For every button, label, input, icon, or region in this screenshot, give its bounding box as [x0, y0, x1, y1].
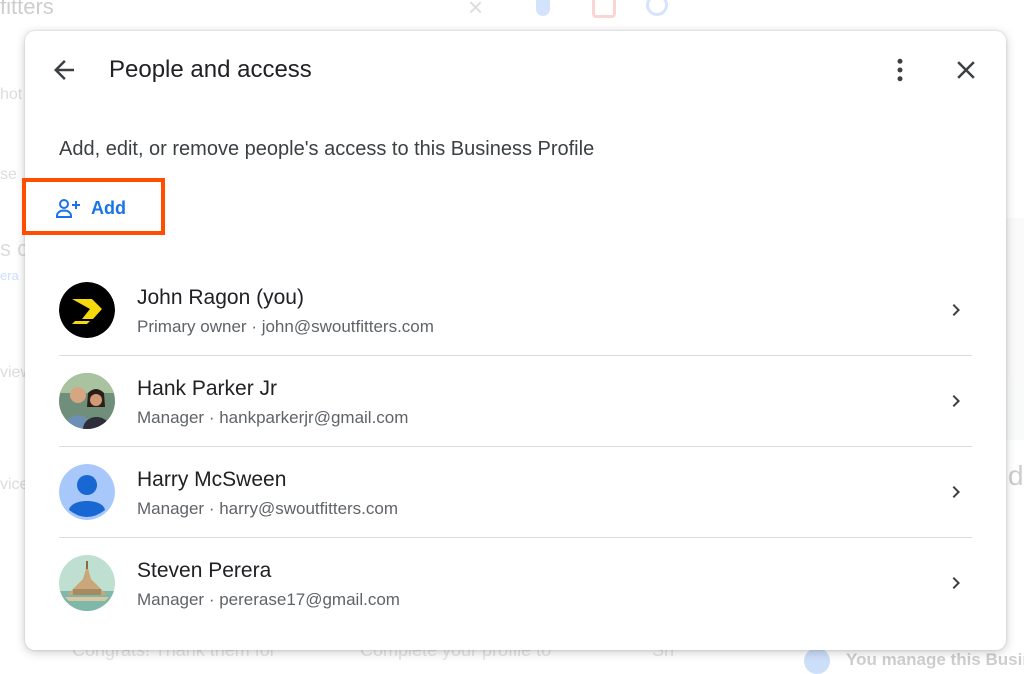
dialog-title: People and access [109, 56, 312, 83]
person-detail: Primary owner · john@swoutfitters.com [137, 317, 434, 336]
background-search-bar: fitters × [0, 0, 700, 26]
arrow-back-icon [54, 60, 74, 80]
default-person-avatar [59, 464, 115, 520]
background-fragment: s c [0, 236, 29, 261]
background-fragment: era [0, 268, 19, 283]
people-list: John Ragon (you) Primary owner · john@sw… [59, 265, 972, 628]
background-search-icon [646, 0, 668, 16]
person-name: Harry McSween [137, 468, 287, 491]
background-fragment: hot [0, 86, 23, 103]
person-role: Manager [137, 408, 205, 427]
person-detail: Manager · pererase17@gmail.com [137, 590, 400, 609]
close-icon [957, 61, 975, 79]
chevron-right-icon [952, 577, 960, 589]
background-fragment: se [0, 166, 17, 183]
person-email: harry@swoutfitters.com [219, 499, 399, 518]
background-mic-icon [536, 0, 550, 16]
dialog-description: Add, edit, or remove people's access to … [59, 138, 595, 160]
background-verified-icon [804, 648, 830, 674]
background-panel [1006, 218, 1024, 440]
people-access-dialog: People and access Add, edit, or remove p… [22, 31, 1006, 650]
background-manage-text: You manage this Business [846, 650, 1024, 669]
person-name: Hank Parker Jr [137, 377, 278, 400]
photo-avatar [59, 373, 115, 429]
background-lens-icon [592, 0, 616, 18]
person-row[interactable]: Steven Perera Manager · pererase17@gmail… [59, 538, 972, 628]
person-email: john@swoutfitters.com [261, 317, 434, 336]
person-row[interactable]: Hank Parker Jr Manager · hankparkerjr@gm… [59, 356, 972, 447]
background-search-query: fitters [0, 0, 54, 19]
landscape-avatar [59, 555, 115, 611]
person-row[interactable]: Harry McSween Manager · harry@swoutfitte… [59, 447, 972, 538]
logo-avatar [59, 282, 115, 338]
person-add-icon [56, 199, 80, 218]
background-fragment: d [1008, 460, 1024, 491]
person-role: Manager [137, 590, 205, 609]
person-detail: Manager · harry@swoutfitters.com [137, 499, 399, 518]
person-role: Primary owner [137, 317, 247, 336]
close-button[interactable] [951, 55, 981, 85]
person-name: Steven Perera [137, 559, 272, 582]
person-row[interactable]: John Ragon (you) Primary owner · john@sw… [59, 265, 972, 356]
add-button-label: Add [91, 197, 126, 218]
person-email: hankparkerjr@gmail.com [219, 408, 409, 427]
more-vert-icon [897, 58, 903, 82]
background-clear-icon: × [468, 0, 484, 22]
add-person-button[interactable]: Add [55, 193, 126, 223]
person-name: John Ragon (you) [137, 286, 304, 309]
more-options-button[interactable] [885, 55, 915, 85]
chevron-right-icon [952, 486, 960, 498]
person-detail: Manager · hankparkerjr@gmail.com [137, 408, 409, 427]
back-button[interactable] [49, 55, 79, 85]
chevron-right-icon [952, 304, 960, 316]
chevron-right-icon [952, 395, 960, 407]
person-email: pererase17@gmail.com [219, 590, 400, 609]
person-role: Manager [137, 499, 205, 518]
